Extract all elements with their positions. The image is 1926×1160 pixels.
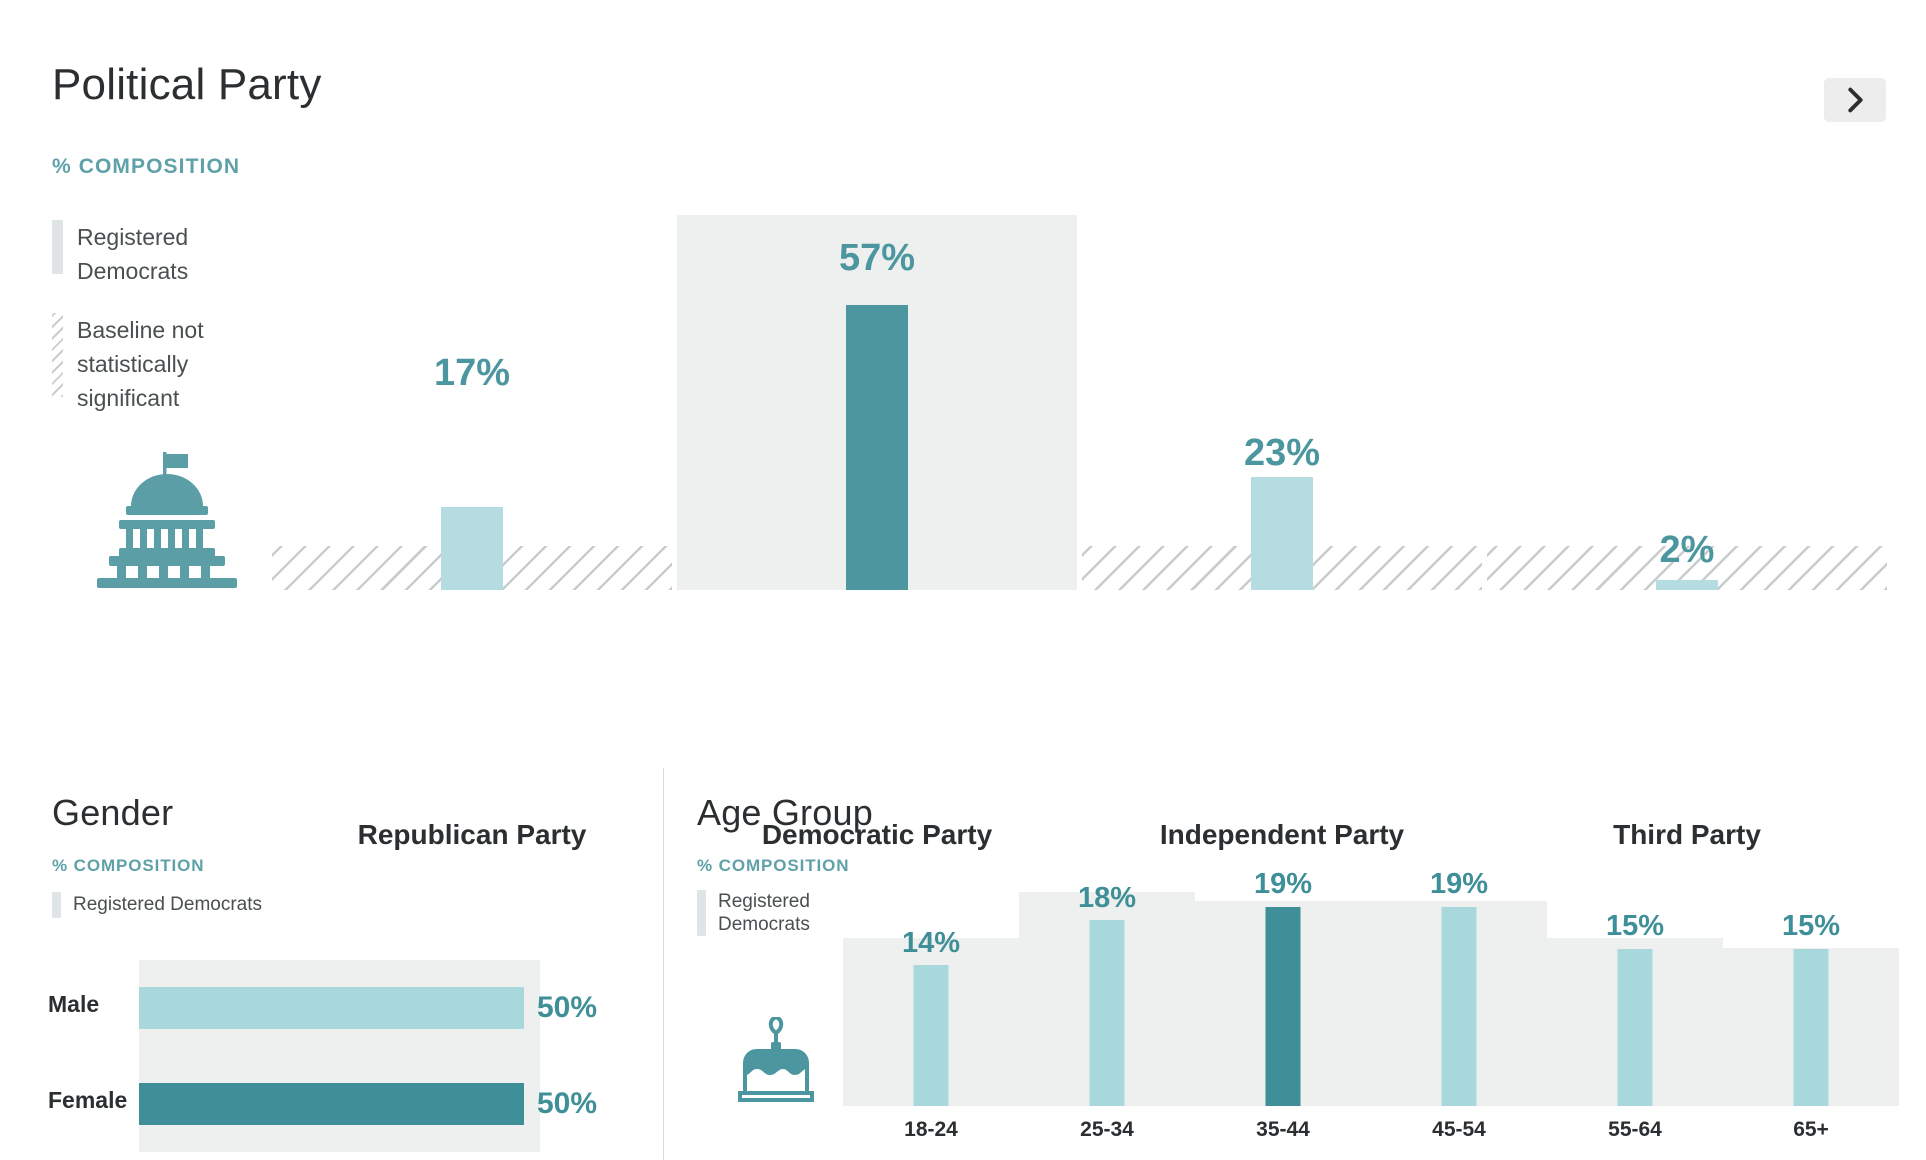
capitol-icon xyxy=(97,452,237,588)
legend-item-registered-democrats: Registered Democrats xyxy=(52,892,262,918)
bar[interactable] xyxy=(1656,580,1718,590)
chevron-right-icon xyxy=(1847,87,1863,113)
age-column-35-44[interactable]: 19% 35-44 xyxy=(1195,862,1371,1141)
party-column-democratic[interactable]: 57% Democratic Party xyxy=(677,215,1077,850)
bar[interactable] xyxy=(1089,920,1125,1106)
bar[interactable] xyxy=(139,987,524,1029)
party-subtitle: % COMPOSITION xyxy=(52,155,241,178)
legend-item-registered-democrats: Registered Democrats xyxy=(52,220,247,288)
category-label: 25-34 xyxy=(1080,1118,1134,1141)
age-column-18-24[interactable]: 14% 18-24 xyxy=(843,862,1019,1141)
category-label: 45-54 xyxy=(1432,1118,1486,1141)
party-column-republican[interactable]: 17% Republican Party xyxy=(272,215,672,850)
category-label: 55-64 xyxy=(1608,1118,1662,1141)
category-label: 18-24 xyxy=(904,1118,958,1141)
bar-value-label: 17% xyxy=(433,352,511,394)
legend-label: Registered Democrats xyxy=(77,224,189,284)
political-party-panel: Political Party % COMPOSITION Registered… xyxy=(0,0,1926,850)
bar-value-label: 57% xyxy=(838,237,916,279)
legend-swatch-hatched xyxy=(52,313,63,397)
age-column-65-plus[interactable]: 15% 65+ xyxy=(1723,862,1899,1141)
bar-value-label: 19% xyxy=(1253,868,1313,900)
bar-highlighted[interactable] xyxy=(846,305,908,590)
bar[interactable] xyxy=(1441,907,1477,1106)
bar-value-label: 50% xyxy=(537,1087,598,1120)
bar-value-label: 14% xyxy=(901,927,961,959)
legend-swatch-solid xyxy=(52,892,61,918)
row-label: Male xyxy=(48,991,100,1017)
age-column-25-34[interactable]: 18% 25-34 xyxy=(1019,862,1195,1141)
gender-row-male[interactable]: Male 50% xyxy=(0,960,663,1056)
page-title: Political Party xyxy=(52,60,322,109)
party-column-third[interactable]: 2% Third Party xyxy=(1487,215,1887,850)
category-label: 35-44 xyxy=(1256,1118,1310,1141)
age-column-45-54[interactable]: 19% 45-54 xyxy=(1371,862,1547,1141)
bar[interactable] xyxy=(1617,949,1653,1106)
age-column-55-64[interactable]: 15% 55-64 xyxy=(1547,862,1723,1141)
bar-value-label: 18% xyxy=(1077,882,1137,914)
bar-value-label: 19% xyxy=(1429,868,1489,900)
legend-item-registered-democrats: Registered Democrats xyxy=(697,890,833,936)
party-expand-button[interactable] xyxy=(1824,78,1886,122)
category-label: 65+ xyxy=(1793,1118,1829,1141)
birthday-cake-icon xyxy=(738,1017,814,1102)
bar[interactable] xyxy=(1793,949,1829,1106)
bar[interactable] xyxy=(1251,477,1313,590)
gender-title: Gender xyxy=(52,792,174,833)
bar-value-label: 15% xyxy=(1605,910,1665,942)
legend-label: Registered Democrats xyxy=(718,891,810,935)
bar-value-label: 15% xyxy=(1781,910,1841,942)
gender-row-female[interactable]: Female 50% xyxy=(0,1056,663,1152)
legend-label: Baseline not statistically significant xyxy=(77,317,204,411)
gender-panel: Gender % COMPOSITION Registered Democrat… xyxy=(0,768,663,1160)
bar[interactable] xyxy=(441,507,503,590)
legend-swatch-solid xyxy=(52,220,63,274)
age-group-chart: 14% 18-24 18% 25-34 19% 35-44 19% 45-54 … xyxy=(843,862,1899,1141)
gender-subtitle: % COMPOSITION xyxy=(52,856,205,875)
bar-highlighted[interactable] xyxy=(1265,907,1301,1106)
row-label: Female xyxy=(48,1087,128,1113)
bar-highlighted[interactable] xyxy=(139,1083,524,1125)
age-subtitle: % COMPOSITION xyxy=(697,856,850,875)
age-title: Age Group xyxy=(697,792,873,833)
bar-value-label: 2% xyxy=(1659,529,1715,571)
party-column-independent[interactable]: 23% Independent Party xyxy=(1082,215,1482,850)
bar[interactable] xyxy=(913,965,949,1106)
bar-value-label: 50% xyxy=(537,991,598,1024)
dashboard-page: Political Party % COMPOSITION Registered… xyxy=(0,0,1926,1160)
political-party-chart: 17% Republican Party 57% Democratic Part… xyxy=(272,215,1912,850)
legend-item-baseline-not-significant: Baseline not statistically significant xyxy=(52,313,247,415)
legend-label: Registered Democrats xyxy=(73,894,263,915)
bar-value-label: 23% xyxy=(1243,432,1321,474)
legend-swatch-solid xyxy=(697,890,706,936)
